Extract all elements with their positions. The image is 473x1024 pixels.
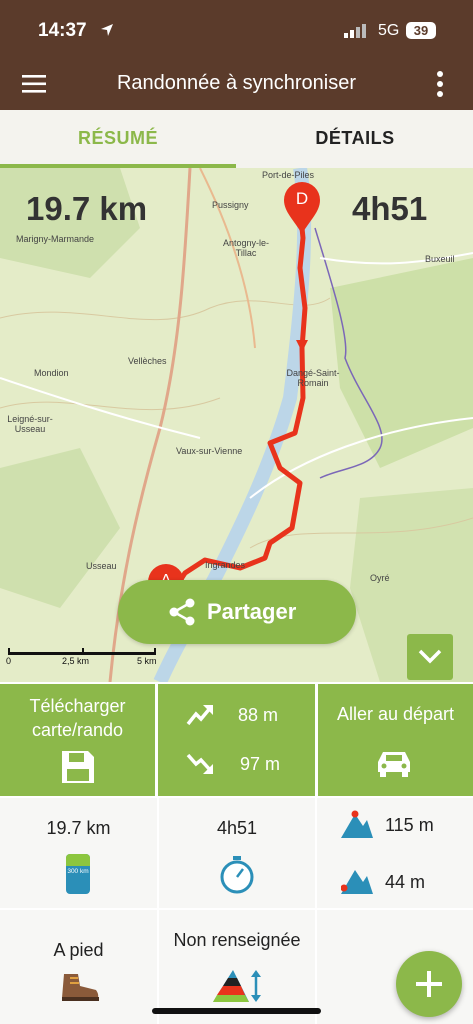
hiking-boot-icon <box>62 974 99 1001</box>
ascent-value: 88 m <box>238 705 279 725</box>
milestone-label: 300 km <box>67 868 89 875</box>
max-altitude-icon <box>341 810 373 838</box>
scale-label: 2,5 km <box>62 656 90 666</box>
battery-icon: 39 <box>406 22 436 39</box>
car-icon <box>378 752 410 777</box>
map-duration: 4h51 <box>352 190 428 227</box>
map-place-label: Mondion <box>34 368 69 378</box>
scale-label: 5 km <box>137 656 157 666</box>
download-label: Télécharger carte/rando <box>29 696 126 740</box>
location-arrow-icon <box>101 24 113 36</box>
more-options-icon[interactable] <box>436 71 444 97</box>
status-bar: 14:37 5G 39 <box>0 0 473 58</box>
stopwatch-icon <box>220 856 254 894</box>
stat-duration: 4h51 <box>159 798 315 908</box>
stat-difficulty: Non renseignée <box>159 910 315 1024</box>
min-altitude-value: 44 m <box>385 872 426 892</box>
share-button[interactable]: Partager <box>118 580 356 644</box>
share-label: Partager <box>207 599 297 624</box>
stat-altitudes: 115 m 44 m <box>317 798 473 908</box>
map-place-label: Usseau <box>86 561 117 571</box>
stat-distance-value: 19.7 km <box>46 818 111 838</box>
share-icon <box>169 598 195 626</box>
descent-value: 97 m <box>240 754 281 774</box>
chevron-down-icon <box>418 649 442 664</box>
go-to-start-button[interactable]: Aller au départ <box>318 684 473 796</box>
activity-value: A pied <box>53 940 104 960</box>
map-place-label: Marigny-Marmande <box>16 234 95 244</box>
map-place-label: Vellèches <box>128 356 167 366</box>
tab-bar: RÉSUMÉ DÉTAILS <box>0 110 473 168</box>
ascent-icon <box>186 705 213 726</box>
milestone-icon: 300 km <box>66 854 90 894</box>
max-altitude-value: 115 m <box>385 815 434 835</box>
download-button[interactable]: Télécharger carte/rando <box>0 684 155 796</box>
map-place-label: Pussigny <box>212 200 249 210</box>
map-place-label: Antogny-le-Tillac <box>222 238 270 258</box>
go-to-start-label: Aller au départ <box>336 704 455 724</box>
network-label: 5G <box>378 22 400 39</box>
min-altitude-icon <box>341 870 373 894</box>
app-header: Randonnée à synchroniser <box>0 58 473 110</box>
save-icon <box>62 751 94 783</box>
home-indicator[interactable] <box>152 1008 321 1014</box>
page-title: Randonnée à synchroniser <box>116 72 357 94</box>
stat-activity: A pied <box>0 910 157 1024</box>
map-place-label: Port-de-Piles <box>262 170 315 180</box>
map-place-label: Vaux-sur-Vienne <box>176 446 243 456</box>
scale-label: 0 <box>6 656 12 666</box>
plus-icon <box>416 971 442 997</box>
stat-distance: 19.7 km 300 km <box>0 798 157 908</box>
stat-duration-value: 4h51 <box>216 818 258 838</box>
collapse-map-button[interactable] <box>407 634 453 680</box>
map-place-label: Ingrandes <box>205 560 246 570</box>
signal-icon <box>344 24 366 38</box>
difficulty-icon <box>213 970 261 1002</box>
status-time: 14:37 <box>38 20 87 41</box>
map-place-label: Dangé-Saint-Romain <box>286 368 340 388</box>
descent-icon <box>186 753 213 774</box>
map-place-label: Buxeuil <box>425 254 455 264</box>
tab-details[interactable]: DÉTAILS <box>237 128 473 149</box>
end-marker-label: D <box>295 189 309 208</box>
map-place-label: Leigné-sur-Usseau <box>7 414 53 434</box>
tab-resume[interactable]: RÉSUMÉ <box>0 128 236 149</box>
add-button[interactable] <box>396 951 462 1017</box>
difficulty-value: Non renseignée <box>173 930 301 950</box>
elevation-gain-loss: 88 m 97 m <box>158 684 315 796</box>
map-distance: 19.7 km <box>26 190 148 227</box>
end-marker[interactable]: D <box>282 180 322 236</box>
map-place-label: Oyré <box>370 573 390 583</box>
